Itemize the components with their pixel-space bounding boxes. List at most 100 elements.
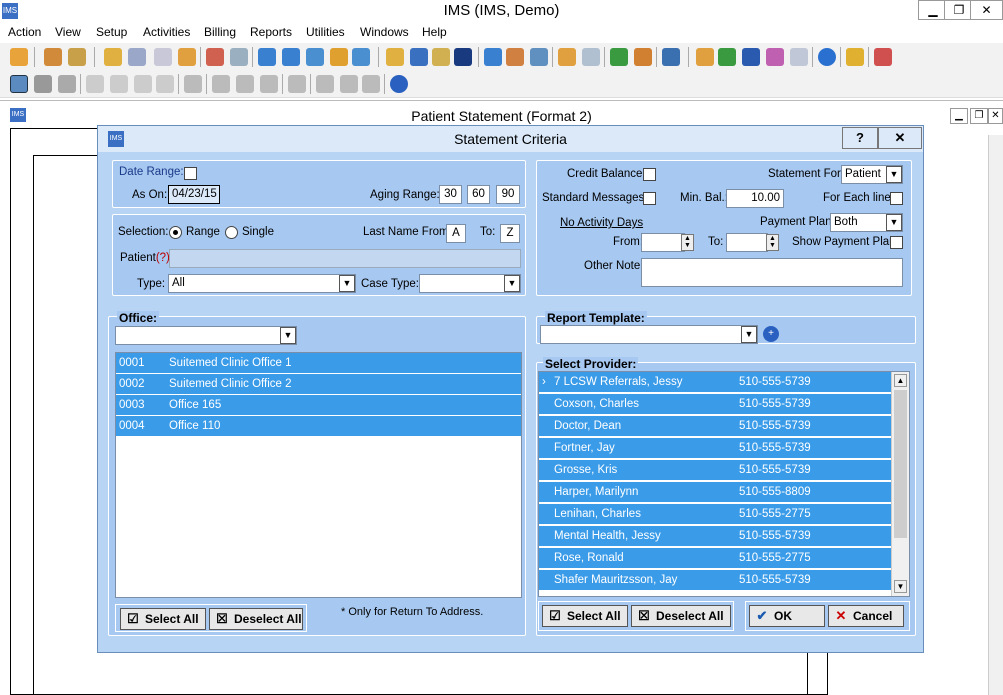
provider-row[interactable]: Shafer Mauritzsson, Jay 510-555-5739 bbox=[539, 570, 891, 591]
send-icon[interactable] bbox=[484, 48, 502, 66]
table-icon[interactable] bbox=[340, 75, 358, 93]
menu-view[interactable]: View bbox=[55, 25, 81, 39]
close-app-button[interactable]: ✕ bbox=[970, 0, 1003, 20]
as-on-date-field[interactable]: 04/23/15 bbox=[168, 185, 220, 204]
box-icon[interactable] bbox=[506, 48, 524, 66]
cancel-button[interactable]: ✕ Cancel bbox=[828, 605, 904, 627]
provider-list[interactable]: › 7 LCSW Referrals, Jessy 510-555-5739 Cox… bbox=[538, 371, 910, 597]
aging-range-3-field[interactable]: 90 bbox=[496, 185, 520, 204]
office-row[interactable]: 0004 Office 110 bbox=[116, 416, 521, 437]
people-icon[interactable] bbox=[634, 48, 652, 66]
office-row[interactable]: 0003 Office 165 bbox=[116, 395, 521, 416]
scroll-down-icon[interactable]: ▼ bbox=[894, 580, 907, 593]
provider-row[interactable]: Coxson, Charles 510-555-5739 bbox=[539, 394, 891, 415]
report-view-icon[interactable] bbox=[10, 75, 28, 93]
menu-action[interactable]: Action bbox=[8, 25, 41, 39]
menu-setup[interactable]: Setup bbox=[96, 25, 127, 39]
next-page-icon[interactable] bbox=[134, 75, 152, 93]
zoom-icon[interactable] bbox=[260, 75, 278, 93]
page-icon[interactable] bbox=[790, 48, 808, 66]
last-name-to-field[interactable]: Z bbox=[500, 224, 520, 243]
word-icon[interactable] bbox=[742, 48, 760, 66]
min-bal-field[interactable]: 10.00 bbox=[726, 189, 784, 208]
case-type-dropdown-icon[interactable]: ▼ bbox=[504, 275, 520, 292]
no-activity-to-field[interactable] bbox=[726, 233, 768, 252]
provider-row[interactable]: Lenihan, Charles 510-555-2775 bbox=[539, 504, 891, 525]
paint-icon[interactable] bbox=[766, 48, 784, 66]
report-icon[interactable] bbox=[582, 48, 600, 66]
add-template-icon[interactable]: + bbox=[763, 326, 779, 342]
provider-deselect-all-button[interactable]: ☒ Deselect All bbox=[631, 605, 731, 627]
scroll-up-icon[interactable]: ▲ bbox=[894, 374, 907, 387]
menu-billing[interactable]: Billing bbox=[204, 25, 236, 39]
payment-plan-dropdown-icon[interactable]: ▼ bbox=[886, 214, 902, 231]
provider-scroll-thumb[interactable] bbox=[894, 390, 907, 538]
office-filter-dropdown-icon[interactable]: ▼ bbox=[280, 327, 296, 344]
provider-row[interactable]: Fortner, Jay 510-555-5739 bbox=[539, 438, 891, 459]
doc-vertical-scrollbar[interactable] bbox=[988, 135, 1003, 695]
doc-minimize-button[interactable]: ▁ bbox=[950, 108, 968, 124]
credit-balance-checkbox[interactable] bbox=[643, 168, 656, 181]
print-setup-icon[interactable] bbox=[34, 75, 52, 93]
show-payment-plan-checkbox[interactable] bbox=[890, 236, 903, 249]
office-deselect-all-button[interactable]: ☒ Deselect All bbox=[209, 608, 303, 630]
last-name-from-field[interactable]: A bbox=[446, 224, 466, 243]
page-setup-icon[interactable] bbox=[212, 75, 230, 93]
transfer-icon[interactable] bbox=[306, 48, 324, 66]
dollar-icon[interactable] bbox=[258, 48, 276, 66]
print-icon[interactable] bbox=[58, 75, 76, 93]
provider-row[interactable]: Grosse, Kris 510-555-5739 bbox=[539, 460, 891, 481]
aging-range-2-field[interactable]: 60 bbox=[467, 185, 490, 204]
patient-field[interactable] bbox=[169, 249, 521, 268]
single-radio[interactable] bbox=[225, 226, 238, 239]
provider-select-all-button[interactable]: ☑ Select All bbox=[542, 605, 628, 627]
range-radio[interactable] bbox=[169, 226, 182, 239]
close-report-icon[interactable] bbox=[390, 75, 408, 93]
batch-icon[interactable] bbox=[352, 48, 370, 66]
calendar-icon[interactable] bbox=[386, 48, 404, 66]
aging-range-1-field[interactable]: 30 bbox=[439, 185, 462, 204]
provider-row[interactable]: › 7 LCSW Referrals, Jessy 510-555-5739 bbox=[539, 372, 891, 393]
provider-row[interactable]: Doctor, Dean 510-555-5739 bbox=[539, 416, 891, 437]
date-range-checkbox[interactable] bbox=[184, 167, 197, 180]
building-icon[interactable] bbox=[662, 48, 680, 66]
sort-icon[interactable] bbox=[184, 75, 202, 93]
ok-button[interactable]: ✔ OK bbox=[749, 605, 825, 627]
doc-restore-button[interactable]: ❐ bbox=[970, 108, 988, 124]
statement-for-dropdown-icon[interactable]: ▼ bbox=[886, 166, 902, 183]
provider-scrollbar[interactable]: ▲ ▼ bbox=[891, 372, 909, 596]
menu-windows[interactable]: Windows bbox=[360, 25, 409, 39]
refresh-icon[interactable] bbox=[454, 48, 472, 66]
patient-icon[interactable] bbox=[10, 48, 28, 66]
menu-activities[interactable]: Activities bbox=[143, 25, 190, 39]
flask-icon[interactable] bbox=[178, 48, 196, 66]
from-spinner[interactable]: ▲ ▼ bbox=[681, 234, 694, 251]
note-icon[interactable] bbox=[432, 48, 450, 66]
lock-icon[interactable] bbox=[846, 48, 864, 66]
last-page-icon[interactable] bbox=[156, 75, 174, 93]
other-note-field[interactable] bbox=[641, 258, 903, 287]
office-row[interactable]: 0001 Suitemed Clinic Office 1 bbox=[116, 353, 521, 374]
ruler-icon[interactable] bbox=[236, 75, 254, 93]
archive-icon[interactable] bbox=[530, 48, 548, 66]
office-select-all-button[interactable]: ☑ Select All bbox=[120, 608, 206, 630]
type-select[interactable]: All bbox=[168, 274, 356, 293]
office-row[interactable]: 0002 Suitemed Clinic Office 2 bbox=[116, 374, 521, 395]
doc-close-button[interactable]: ✕ bbox=[988, 108, 1003, 124]
provider-row[interactable]: Mental Health, Jessy 510-555-5739 bbox=[539, 526, 891, 547]
help-icon[interactable] bbox=[818, 48, 836, 66]
report-template-dropdown-icon[interactable]: ▼ bbox=[741, 326, 757, 343]
claims-icon[interactable] bbox=[330, 48, 348, 66]
schedule-icon[interactable] bbox=[410, 48, 428, 66]
edit-icon[interactable] bbox=[230, 48, 248, 66]
first-page-icon[interactable] bbox=[86, 75, 104, 93]
office-list[interactable]: 0001 Suitemed Clinic Office 1 0002 Suiteme… bbox=[115, 352, 522, 598]
menu-help[interactable]: Help bbox=[422, 25, 447, 39]
report-template-select[interactable] bbox=[540, 325, 758, 344]
list-icon[interactable] bbox=[128, 48, 146, 66]
menu-utilities[interactable]: Utilities bbox=[306, 25, 345, 39]
dialog-help-button[interactable]: ? bbox=[842, 127, 878, 149]
exit-icon[interactable] bbox=[874, 48, 892, 66]
dialog-close-button[interactable]: ✕ bbox=[878, 127, 922, 149]
folder-icon[interactable] bbox=[558, 48, 576, 66]
